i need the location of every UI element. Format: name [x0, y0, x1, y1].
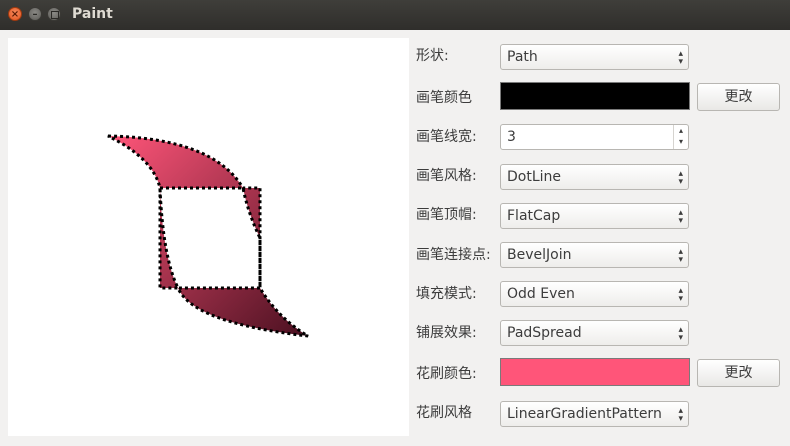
pen-width-spinbox[interactable]: 3 ▴ ▾ — [500, 124, 689, 150]
minimize-icon: – — [32, 9, 38, 20]
pen-join-label: 画笔连接点: — [416, 247, 491, 263]
shape-combo[interactable]: Path ▴ ▾ — [500, 44, 689, 70]
fill-mode-value: Odd Even — [507, 286, 575, 302]
pen-cap-label: 画笔顶帽: — [416, 207, 477, 223]
up-down-arrows-icon: ▴ ▾ — [678, 208, 683, 226]
pen-cap-combo[interactable]: FlatCap ▴ ▾ — [500, 203, 689, 229]
pen-join-combo[interactable]: BevelJoin ▴ ▾ — [500, 242, 689, 268]
brush-color-change-button[interactable]: 更改 — [697, 359, 780, 387]
maximize-button[interactable] — [47, 7, 61, 21]
brush-style-combo[interactable]: LinearGradientPattern ▴ ▾ — [500, 401, 689, 427]
pen-color-change-button[interactable]: 更改 — [697, 83, 780, 111]
pen-width-label: 画笔线宽: — [416, 129, 477, 145]
pen-width-value: 3 — [507, 129, 516, 145]
up-down-arrows-icon: ▴ ▾ — [678, 169, 683, 187]
up-down-arrows-icon: ▴ ▾ — [678, 49, 683, 67]
fill-mode-label: 填充模式: — [416, 286, 477, 302]
spread-label: 铺展效果: — [416, 325, 477, 341]
up-down-arrows-icon: ▴ ▾ — [678, 286, 683, 304]
paint-window: × – Paint 形状: Path ▴ ▾ 画笔颜色 更改 画笔线宽: 3 ▴… — [0, 0, 790, 446]
brush-color-swatch — [500, 358, 690, 386]
fill-mode-combo[interactable]: Odd Even ▴ ▾ — [500, 281, 689, 307]
spin-up-down-icon[interactable]: ▴ ▾ — [673, 125, 688, 149]
paint-canvas[interactable] — [8, 38, 409, 436]
brush-style-value: LinearGradientPattern — [507, 406, 662, 422]
pen-style-value: DotLine — [507, 169, 562, 185]
close-icon: × — [10, 9, 20, 20]
shape-label: 形状: — [416, 48, 449, 64]
path-shape — [107, 134, 309, 338]
spread-value: PadSpread — [507, 325, 582, 341]
title-bar: × – Paint — [0, 0, 790, 30]
pen-color-swatch — [500, 82, 690, 110]
up-down-arrows-icon: ▴ ▾ — [678, 406, 683, 424]
brush-style-label: 花刷风格 — [416, 405, 472, 421]
minimize-button[interactable]: – — [28, 7, 42, 21]
up-down-arrows-icon: ▴ ▾ — [678, 247, 683, 265]
close-button[interactable]: × — [8, 7, 22, 21]
brush-color-label: 花刷颜色: — [416, 366, 477, 382]
pen-color-label: 画笔颜色 — [416, 90, 472, 106]
shape-value: Path — [507, 49, 538, 65]
spread-combo[interactable]: PadSpread ▴ ▾ — [500, 320, 689, 346]
up-down-arrows-icon: ▴ ▾ — [678, 325, 683, 343]
painted-path — [107, 134, 309, 338]
pen-join-value: BevelJoin — [507, 247, 572, 263]
pen-style-combo[interactable]: DotLine ▴ ▾ — [500, 164, 689, 190]
pen-style-label: 画笔风格: — [416, 168, 477, 184]
maximize-icon — [51, 11, 59, 19]
pen-cap-value: FlatCap — [507, 208, 561, 224]
window-title: Paint — [72, 6, 113, 22]
